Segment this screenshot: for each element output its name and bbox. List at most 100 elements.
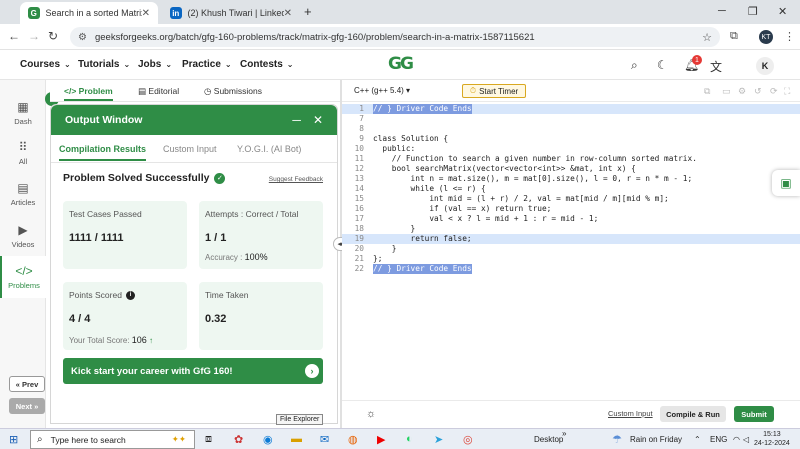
edge-icon[interactable]: ◉: [263, 433, 273, 446]
copy-icon[interactable]: ⧉: [704, 86, 710, 97]
chrome-icon[interactable]: ◎: [463, 433, 473, 446]
volume-icon[interactable]: ◁: [743, 435, 749, 444]
chat-icon[interactable]: ▣: [772, 170, 800, 196]
code-line[interactable]: 7: [342, 114, 800, 124]
menu-practice[interactable]: Practice ⌄: [182, 59, 232, 70]
copilot-icon[interactable]: ✿: [234, 433, 243, 446]
url-input[interactable]: ⚙ geeksforgeeks.org/batch/gfg-160-proble…: [70, 27, 720, 47]
tab-submissions[interactable]: ◷ Submissions: [204, 86, 262, 97]
sidebar-item-all[interactable]: ⠿ All: [0, 140, 46, 166]
taskbar-search-input[interactable]: ⌕ Type here to search ✦✦: [30, 430, 195, 449]
tab-label: Editorial: [148, 86, 180, 96]
youtube-icon[interactable]: ▶: [377, 433, 385, 446]
task-view-icon[interactable]: ⧈: [205, 433, 212, 446]
forward-icon[interactable]: →: [28, 29, 40, 43]
info-icon[interactable]: i: [125, 290, 135, 300]
firefox-icon[interactable]: ◍: [348, 433, 358, 446]
grid-icon: ⠿: [18, 140, 28, 154]
search-icon[interactable]: ⌕: [631, 58, 638, 73]
language-indicator[interactable]: ENG: [710, 435, 727, 444]
minimize-output-icon[interactable]: ─: [292, 113, 301, 127]
settings-icon[interactable]: ⚙: [738, 86, 746, 97]
refresh-icon[interactable]: ⟳: [770, 86, 778, 97]
sidebar-item-articles[interactable]: ▤ Articles: [0, 181, 46, 207]
tab-custom-input[interactable]: Custom Input: [163, 144, 217, 154]
new-tab-icon[interactable]: +: [304, 4, 312, 19]
code-line[interactable]: 13 int n = mat.size(), m = mat[0].size()…: [342, 174, 800, 184]
reset-icon[interactable]: ▭: [722, 86, 731, 97]
close-tab-icon[interactable]: ✕: [284, 8, 292, 19]
undo-icon[interactable]: ↺: [754, 86, 762, 97]
clock[interactable]: 15:13 24-12-2024: [754, 430, 790, 448]
user-avatar[interactable]: K: [756, 57, 774, 75]
browser-menu-icon[interactable]: ⋮: [784, 30, 795, 43]
sidebar-item-dash[interactable]: ▦ Dash: [0, 100, 46, 126]
browser-profile-avatar[interactable]: KT: [759, 30, 773, 44]
gfg-logo[interactable]: GG: [380, 54, 420, 76]
menu-tutorials[interactable]: Tutorials ⌄: [78, 59, 130, 70]
browser-tab-gfg[interactable]: G Search in a sorted Matrix | Prac ✕: [20, 2, 158, 24]
tab-yogi-ai-bot[interactable]: Y.O.G.I. (AI Bot): [237, 144, 301, 154]
next-button[interactable]: Next »: [9, 398, 45, 414]
line-number: 19: [354, 234, 364, 243]
code-line[interactable]: 10 public:: [342, 144, 800, 154]
chevron-right-icon[interactable]: ›: [305, 364, 319, 378]
code-line[interactable]: 22 // } Driver Code Ends: [342, 264, 800, 274]
tab-editorial[interactable]: ▤ Editorial: [138, 86, 179, 97]
language-select[interactable]: C++ (g++ 5.4) ▾: [354, 86, 410, 95]
wifi-icon[interactable]: ◠: [733, 435, 740, 444]
code-line[interactable]: 12 bool searchMatrix(vector<vector<int>>…: [342, 164, 800, 174]
restore-icon[interactable]: ❐: [748, 5, 758, 18]
weather-text[interactable]: Rain on Friday: [630, 435, 682, 444]
code-line[interactable]: 1 // } Driver Code Ends: [342, 104, 800, 114]
lightbulb-icon[interactable]: ☼: [366, 408, 376, 420]
sidebar-item-problems[interactable]: </> Problems: [0, 256, 46, 298]
menu-contests[interactable]: Contests ⌄: [240, 59, 294, 70]
menu-courses[interactable]: Courses ⌄: [20, 59, 71, 70]
tab-problem[interactable]: </> Problem: [64, 86, 113, 101]
close-output-icon[interactable]: ✕: [313, 113, 323, 127]
mail-icon[interactable]: ✉: [320, 433, 329, 446]
windows-start-icon[interactable]: ⊞: [9, 433, 18, 446]
dark-mode-icon[interactable]: ☾: [657, 58, 668, 72]
code-line[interactable]: 18 }: [342, 224, 800, 234]
submit-button[interactable]: Submit: [734, 406, 774, 422]
telegram-icon[interactable]: ➤: [434, 433, 443, 446]
start-timer-button[interactable]: ⏱ Start Timer: [462, 84, 526, 98]
suggest-feedback-link[interactable]: Suggest Feedback: [269, 176, 323, 183]
fullscreen-icon[interactable]: ⛶: [784, 86, 790, 97]
chevron-icon[interactable]: »: [562, 429, 566, 438]
desktop-label[interactable]: Desktop: [534, 435, 563, 444]
code-editor[interactable]: 1 // } Driver Code Ends 7 8 9 class Solution …: [342, 102, 800, 398]
whatsapp-icon[interactable]: ◐: [406, 433, 413, 445]
code-line[interactable]: 11 // Function to search a given number …: [342, 154, 800, 164]
code-line[interactable]: 8: [342, 124, 800, 134]
minimize-icon[interactable]: ─: [718, 5, 726, 17]
code-line[interactable]: 14 while (l <= r) {: [342, 184, 800, 194]
code-line[interactable]: 19 return false;: [342, 234, 800, 244]
menu-jobs[interactable]: Jobs ⌄: [138, 59, 172, 70]
code-line[interactable]: 20 }: [342, 244, 800, 254]
code-line[interactable]: 17 val < x ? l = mid + 1 : r = mid - 1;: [342, 214, 800, 224]
code-line[interactable]: 16 if (val == x) return true;: [342, 204, 800, 214]
close-tab-icon[interactable]: ✕: [142, 8, 150, 19]
translate-icon[interactable]: 文: [710, 58, 722, 75]
tab-compilation-results[interactable]: Compilation Results: [59, 144, 147, 161]
close-window-icon[interactable]: ✕: [778, 5, 787, 18]
code-line[interactable]: 9 class Solution {: [342, 134, 800, 144]
prev-button[interactable]: « Prev: [9, 376, 45, 392]
compile-run-button[interactable]: Compile & Run: [660, 406, 726, 422]
bookmark-star-icon[interactable]: ☆: [702, 31, 712, 44]
back-icon[interactable]: ←: [8, 29, 20, 43]
browser-tab-linkedin[interactable]: in (2) Khush Tiwari | LinkedIn ✕: [162, 2, 300, 24]
reload-icon[interactable]: ↻: [48, 29, 58, 43]
code-line[interactable]: 15 int mid = (l + r) / 2, val = mat[mid …: [342, 194, 800, 204]
sidebar-item-videos[interactable]: ▶ Videos: [0, 223, 46, 249]
file-explorer-icon[interactable]: ▬: [291, 433, 302, 445]
custom-input-link[interactable]: Custom Input: [608, 409, 653, 418]
extensions-icon[interactable]: ⧉: [730, 30, 738, 43]
tray-chevron-icon[interactable]: ⌃: [694, 435, 701, 444]
code-line[interactable]: 21};: [342, 254, 800, 264]
site-info-icon[interactable]: ⚙: [78, 32, 87, 43]
gfg160-banner[interactable]: Kick start your career with GfG 160! ›: [63, 358, 323, 384]
